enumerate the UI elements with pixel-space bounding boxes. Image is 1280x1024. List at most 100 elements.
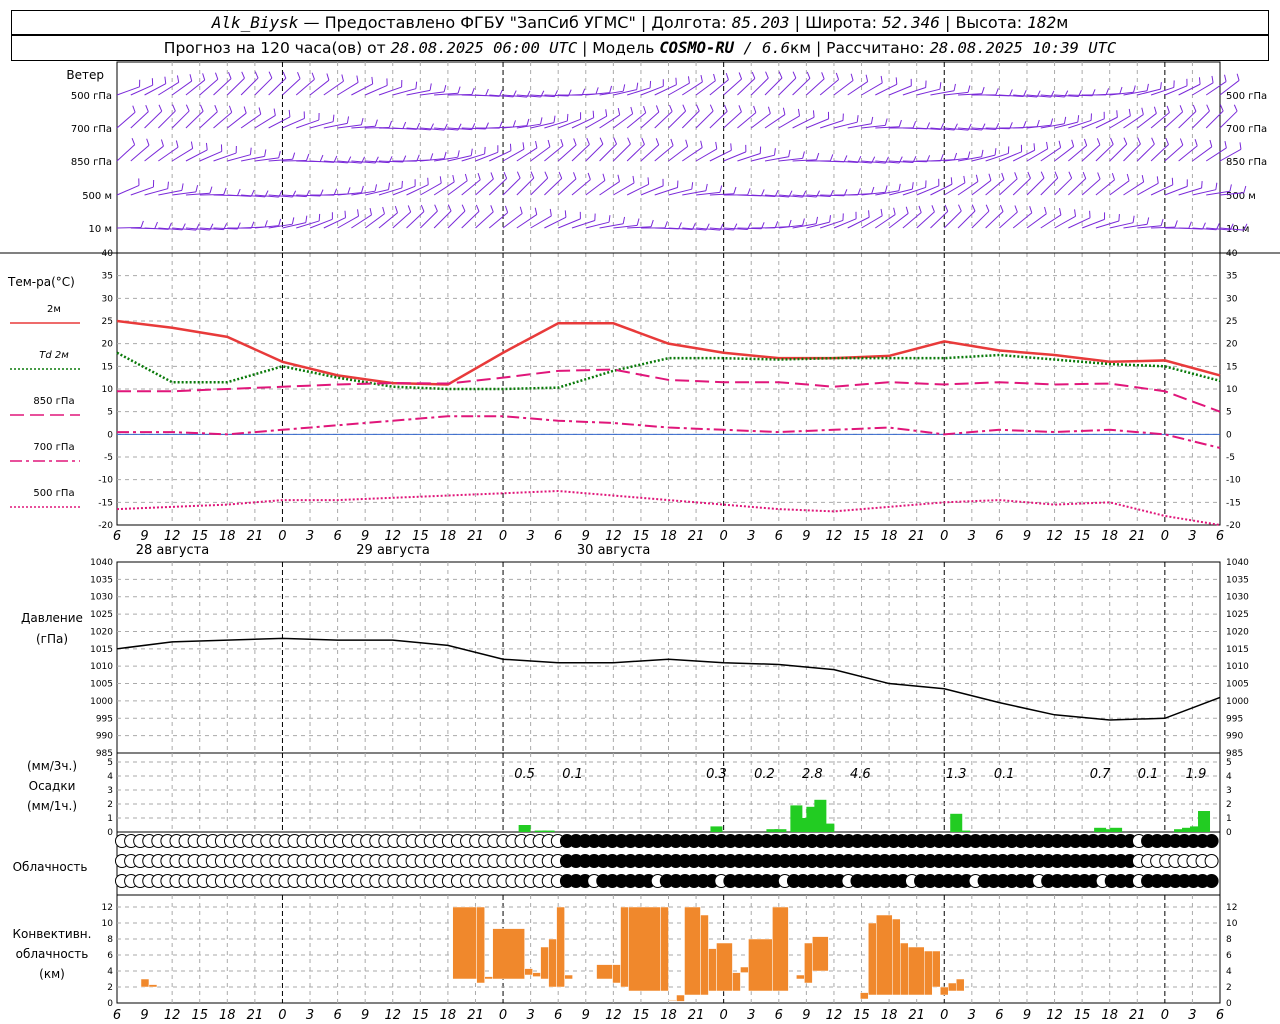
- precip-bar: [518, 825, 531, 832]
- wind-barb-feather: [407, 205, 412, 213]
- pressure-ytick: 1040: [90, 558, 113, 568]
- wind-barb: [764, 77, 783, 96]
- wind-barb-feather: [264, 220, 268, 228]
- wind-barb-feather: [471, 87, 475, 95]
- wind-barb-feather: [751, 71, 756, 79]
- wind-barb-feather: [967, 151, 971, 159]
- temp-ytick: 15: [102, 362, 113, 372]
- convective-title: Конвективн.: [13, 927, 92, 941]
- wind-barb-feather: [1146, 83, 1149, 91]
- wind-barb: [557, 178, 577, 196]
- wind-barb-feather: [650, 219, 654, 227]
- temp-ytick: -10: [98, 476, 113, 486]
- hour-tick-label: 3: [306, 529, 314, 544]
- wind-barb-feather: [209, 186, 213, 194]
- hour-tick-label-bottom: 21: [688, 1008, 705, 1023]
- wind-barb: [240, 77, 259, 96]
- wind-barb: [957, 210, 976, 229]
- wind-barb-feather: [797, 108, 801, 116]
- pressure-ytick: 990: [96, 732, 113, 742]
- wind-barb-feather: [160, 139, 164, 147]
- temp-ytick-right: -20: [1226, 521, 1241, 531]
- wind-barb: [1164, 144, 1184, 162]
- wind-barb-feather: [1128, 108, 1131, 116]
- wind-barb-feather: [374, 119, 378, 127]
- wind-barb: [406, 184, 429, 196]
- pressure-ytick: 1020: [90, 627, 113, 637]
- wind-barb-feather: [477, 172, 481, 180]
- hour-tick-label: 0: [940, 529, 948, 544]
- wind-barb-feather: [1209, 139, 1213, 147]
- wind-barb-feather: [880, 75, 883, 83]
- wind-barb-feather: [1046, 141, 1049, 149]
- wind-barb-feather: [655, 105, 660, 113]
- wind-barb-feather: [705, 183, 708, 191]
- wind-barb-feather: [636, 82, 639, 90]
- wind-barb-feather: [843, 155, 848, 163]
- precip-total-label: 0.7: [1090, 767, 1111, 782]
- convective-bar: [796, 974, 805, 980]
- precip-ytick-right: 0: [1226, 828, 1232, 838]
- wind-barb: [475, 151, 499, 162]
- hour-tick-label: 0: [1161, 529, 1169, 544]
- wind-barb-feather: [1029, 206, 1033, 213]
- wind-barb-feather: [788, 149, 791, 157]
- wind-barb-feather: [371, 76, 374, 84]
- hour-tick-label: 0: [278, 529, 286, 544]
- wind-barb-feather: [185, 104, 190, 112]
- wind-barb-feather: [534, 207, 538, 215]
- wind-barb-feather: [1179, 138, 1184, 146]
- wind-barb-feather: [288, 109, 291, 117]
- pressure-unit: (гПа): [36, 632, 68, 646]
- hour-tick-label-bottom: 15: [633, 1008, 650, 1023]
- hour-tick-label-bottom: 21: [1129, 1008, 1146, 1023]
- wind-barb-feather: [765, 71, 769, 79]
- wind-barb-feather: [1224, 74, 1227, 82]
- precip-ytick-right: 3: [1226, 786, 1232, 796]
- wind-barb-feather: [898, 183, 901, 191]
- convective-bar: [148, 984, 158, 988]
- wind-barb-feather: [305, 153, 310, 161]
- hour-tick-label-bottom: 9: [802, 1008, 810, 1023]
- wind-barb: [668, 110, 686, 129]
- temp-ytick: 30: [102, 294, 114, 304]
- wind-barb: [309, 79, 330, 96]
- hour-tick-label: 12: [384, 529, 401, 544]
- precip-ytick: 0: [107, 828, 113, 838]
- wind-barb: [943, 182, 966, 196]
- wind-barb-feather: [1044, 206, 1047, 214]
- hour-tick-label-bottom: 21: [467, 1008, 484, 1023]
- wind-barb-feather: [967, 85, 971, 93]
- wind-barb-feather: [1119, 86, 1123, 94]
- precip-ytick: 2: [107, 800, 113, 810]
- wind-barb: [1095, 144, 1114, 162]
- wind-barb-feather: [1123, 137, 1128, 145]
- precip-ytick-right: 4: [1226, 772, 1232, 782]
- wind-barb-feather: [443, 151, 447, 159]
- convective-bar: [612, 964, 621, 984]
- wind-barb-feather: [1146, 217, 1150, 225]
- wind-barb: [985, 152, 1009, 162]
- temp-ytick-right: -10: [1226, 476, 1241, 486]
- hour-tick-label-bottom: 3: [306, 1008, 314, 1023]
- temp-ytick: 25: [102, 317, 113, 327]
- wind-barb-feather: [1040, 171, 1045, 179]
- pressure-ytick-right: 1005: [1226, 680, 1249, 690]
- convective-ytick: 6: [107, 951, 113, 961]
- wind-barb-feather: [682, 104, 687, 112]
- wind-barb-feather: [963, 175, 966, 183]
- wind-barb-feather: [953, 83, 956, 91]
- precip-bar: [958, 830, 971, 832]
- wind-barb-feather: [678, 222, 682, 230]
- wind-barb-feather: [815, 216, 819, 224]
- wind-barb: [833, 218, 857, 229]
- hour-tick-label-bottom: 21: [908, 1008, 925, 1023]
- hour-tick-label-bottom: 6: [554, 1008, 562, 1023]
- wind-barb-feather: [1194, 139, 1198, 146]
- wind-barb-feather: [1068, 171, 1073, 179]
- wind-barb: [116, 111, 136, 129]
- wind-barb: [1136, 143, 1155, 162]
- wind-barb-feather: [146, 138, 150, 146]
- wind-barb-feather: [1137, 137, 1141, 145]
- hour-tick-label: 18: [440, 529, 457, 544]
